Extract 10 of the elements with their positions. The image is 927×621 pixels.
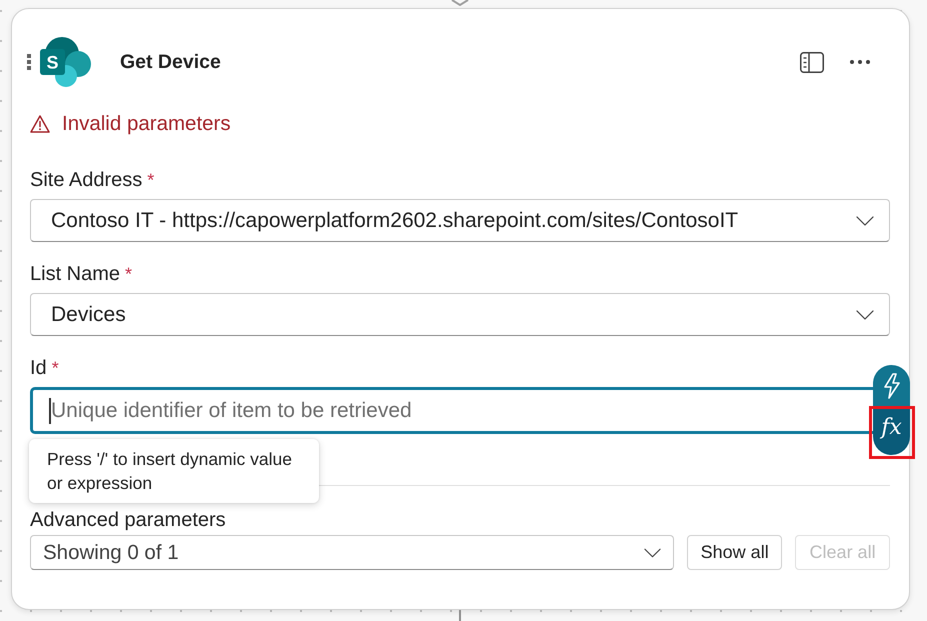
card-title: Get Device bbox=[120, 50, 221, 74]
field-label: List Name bbox=[30, 262, 120, 286]
error-message: Invalid parameters bbox=[62, 112, 231, 136]
field-label: Site Address bbox=[30, 168, 142, 192]
required-mark: * bbox=[52, 357, 59, 380]
required-mark: * bbox=[147, 169, 154, 192]
section-label: Advanced parameters bbox=[30, 509, 226, 531]
required-mark: * bbox=[125, 263, 132, 286]
tooltip-text: Press '/' to insert dynamic value or expression bbox=[47, 448, 293, 495]
field-label: Id bbox=[30, 356, 47, 380]
